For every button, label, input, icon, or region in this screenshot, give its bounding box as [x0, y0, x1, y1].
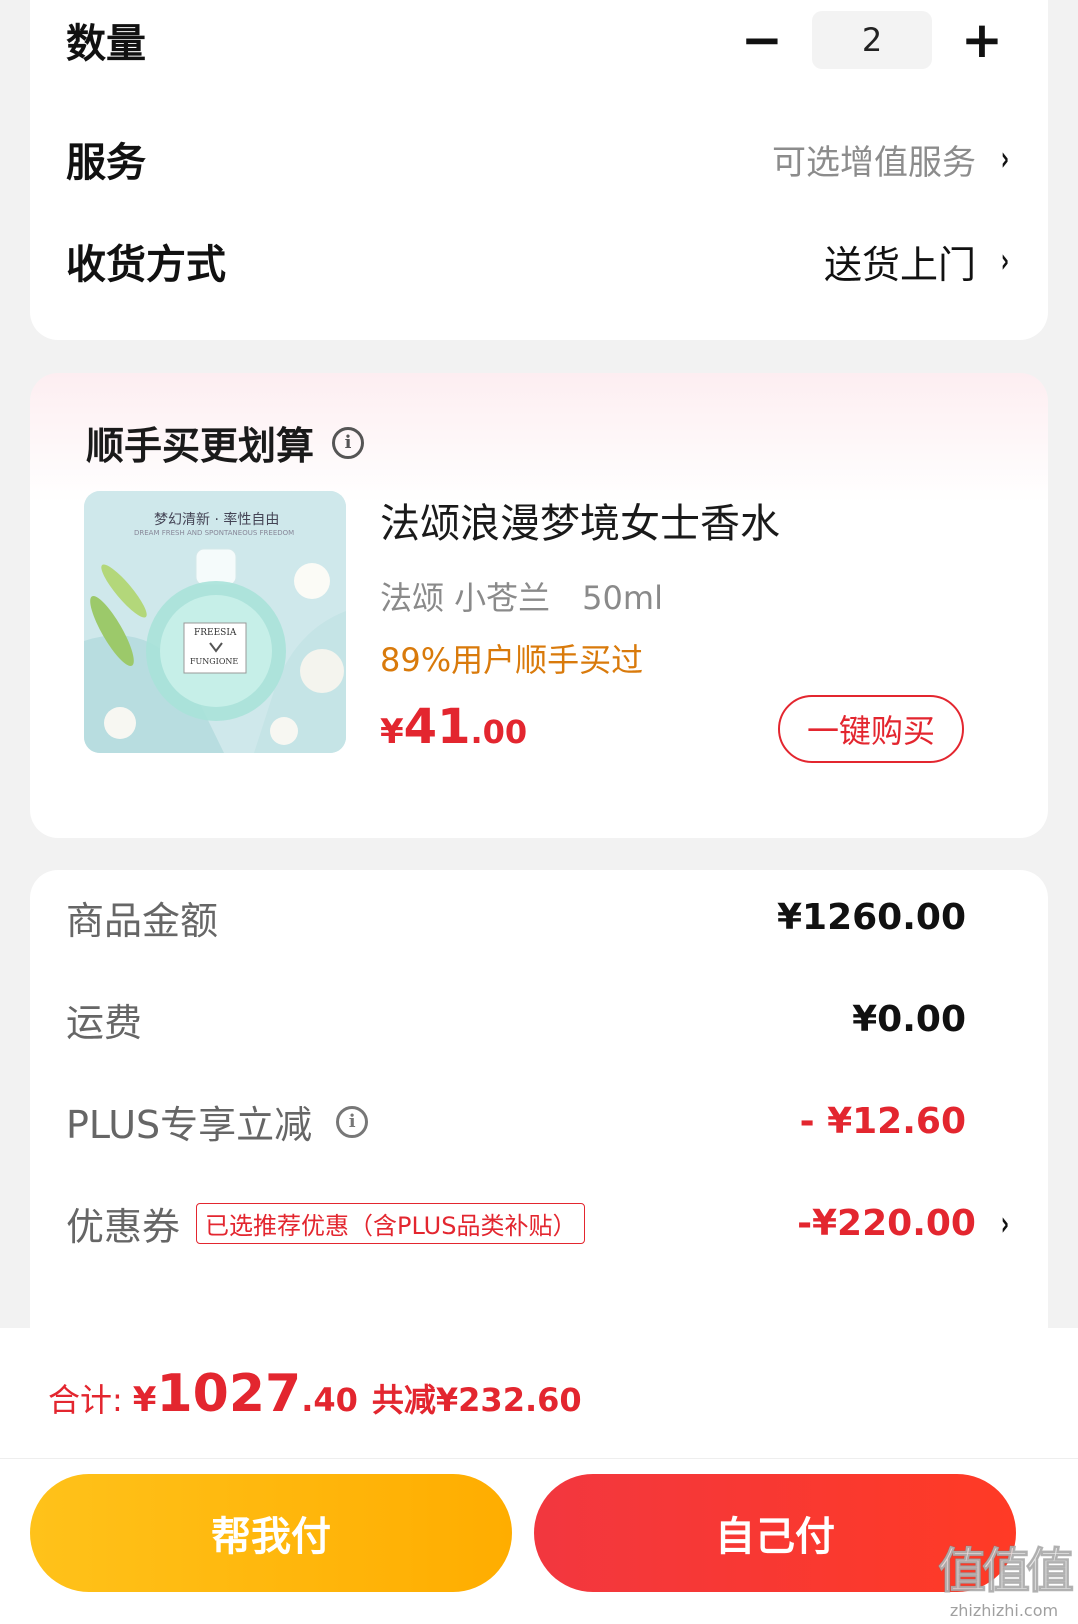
price-currency: ¥	[380, 712, 404, 752]
quantity-label: 数量	[66, 21, 146, 67]
quantity-input[interactable]: 2	[812, 11, 932, 69]
total-saved: 共减¥232.60	[371, 1381, 582, 1419]
delivery-row[interactable]: 收货方式 送货上门 ›	[66, 232, 1012, 290]
plus-discount-value: - ¥12.60	[799, 1101, 966, 1142]
shipping-value: ¥0.00	[852, 999, 966, 1040]
divider	[0, 1458, 1078, 1459]
bottle-label: FREESIA	[194, 628, 237, 638]
increment-button[interactable]: +	[952, 10, 1012, 70]
chevron-right-icon: ›	[1000, 139, 1010, 179]
service-label: 服务	[66, 140, 146, 186]
coupon-label: 优惠券	[66, 1205, 181, 1249]
delivery-label: 收货方式	[66, 242, 226, 288]
product-popularity: 89%用户顺手买过	[380, 641, 644, 679]
goods-amount-label: 商品金额	[66, 899, 219, 943]
goods-amount-row: 商品金额 ¥1260.00	[66, 890, 1012, 945]
total-summary: 合计: ¥ 1027 .40 共减¥232.60	[48, 1364, 582, 1424]
watermark-logo: 值值值	[937, 1543, 1074, 1600]
service-row[interactable]: 服务 可选增值服务 ›	[66, 130, 1012, 188]
shipping-row: 运费 ¥0.00	[66, 992, 1012, 1047]
total-integer: 1027	[156, 1364, 302, 1424]
addon-card: 顺手买更划算 i 梦幻清新 · 率性自由 DREAM FRESH AND SPO…	[30, 373, 1048, 838]
quantity-row: 数量 − 2 +	[66, 10, 1012, 70]
bottle-sublabel: FUNGIONE	[190, 657, 239, 666]
price-summary-card: 商品金额 ¥1260.00 运费 ¥0.00 PLUS专享立减 i - ¥12.…	[30, 870, 1048, 1330]
addon-title-text: 顺手买更划算	[86, 424, 315, 468]
info-icon[interactable]: i	[336, 1105, 369, 1138]
shipping-label: 运费	[66, 1001, 143, 1045]
decrement-button[interactable]: −	[732, 10, 792, 70]
plus-discount-row: PLUS专享立减 i - ¥12.60	[66, 1094, 1012, 1149]
image-caption: 梦幻清新 · 率性自由	[154, 512, 280, 528]
quantity-stepper[interactable]: − 2 +	[732, 10, 1012, 70]
coupon-row[interactable]: 优惠券 已选推荐优惠（含PLUS品类补贴） -¥220.00 ›	[66, 1196, 1012, 1251]
service-value: 可选增值服务	[771, 142, 976, 183]
delivery-value: 送货上门	[823, 242, 976, 287]
checkout-bar: 合计: ¥ 1027 .40 共减¥232.60 帮我付 自己付 值值值 zhi…	[0, 1328, 1078, 1624]
info-icon[interactable]: i	[332, 426, 365, 459]
price-integer: 41	[403, 699, 471, 755]
addon-title: 顺手买更划算 i	[86, 415, 365, 470]
help-me-pay-button[interactable]: 帮我付	[30, 1474, 512, 1592]
plus-discount-label: PLUS专享立减 i	[66, 1094, 369, 1149]
goods-amount-value: ¥1260.00	[776, 897, 966, 938]
one-click-buy-button[interactable]: 一键购买	[778, 695, 964, 763]
chevron-right-icon: ›	[1000, 1203, 1010, 1244]
chevron-right-icon: ›	[1000, 241, 1010, 281]
plus-discount-text: PLUS专享立减	[66, 1103, 313, 1147]
total-decimal: .40	[301, 1381, 358, 1419]
price-decimal: .00	[470, 713, 528, 751]
product-name[interactable]: 法颂浪漫梦境女士香水	[380, 491, 780, 549]
image-subcaption: DREAM FRESH AND SPONTANEOUS FREEDOM	[134, 529, 295, 537]
coupon-badge: 已选推荐优惠（含PLUS品类补贴）	[196, 1203, 586, 1244]
coupon-value: -¥220.00	[797, 1203, 976, 1244]
watermark-url: zhizhizhi.com	[949, 1601, 1059, 1620]
coupon-label-group: 优惠券 已选推荐优惠（含PLUS品类补贴）	[66, 1196, 586, 1251]
total-currency: ¥	[132, 1380, 157, 1420]
product-spec: 法颂 小苍兰 50ml	[380, 579, 663, 617]
order-options-card: 数量 − 2 + 服务 可选增值服务 › 收货方式 送货上门 ›	[30, 0, 1048, 340]
total-label: 合计:	[48, 1381, 123, 1419]
product-price: ¥ 41 .00	[380, 699, 527, 755]
product-image[interactable]: 梦幻清新 · 率性自由 DREAM FRESH AND SPONTANEOUS …	[84, 491, 346, 753]
watermark: 值值值 zhizhizhi.com	[937, 1531, 1074, 1621]
